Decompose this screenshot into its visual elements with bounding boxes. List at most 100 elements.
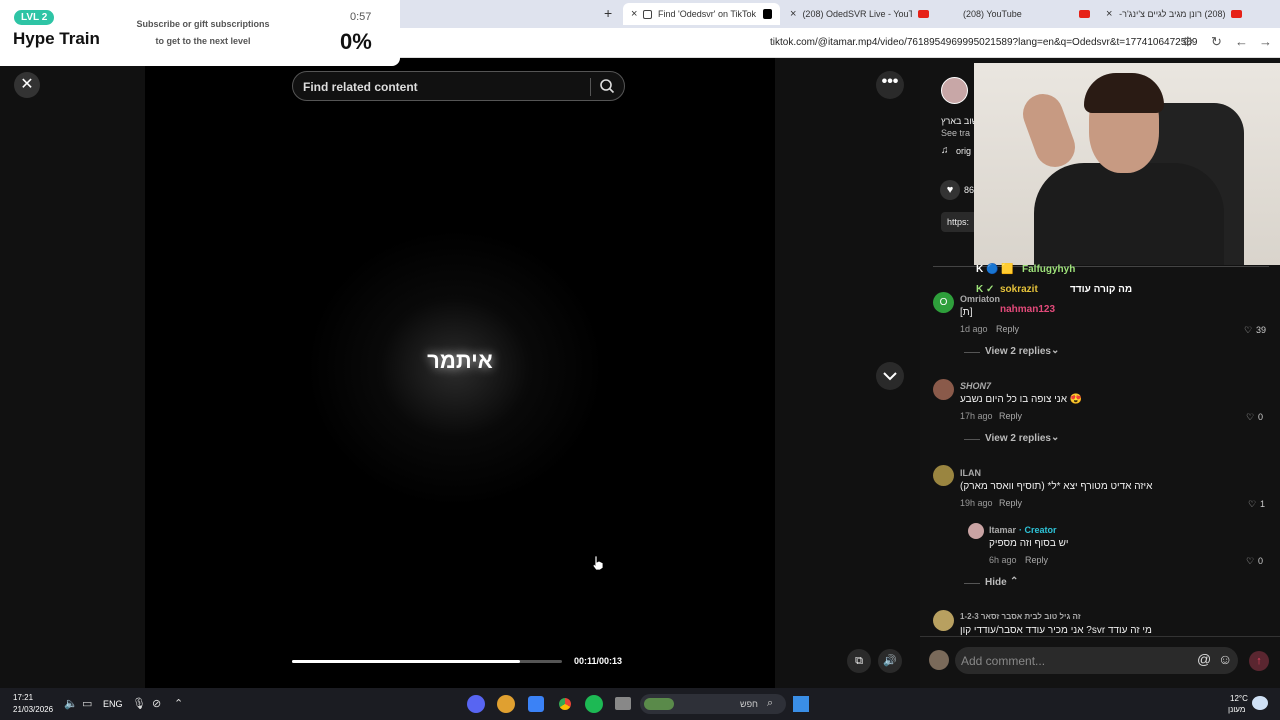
weather-cloud-icon[interactable] xyxy=(1252,696,1268,710)
comment-avatar[interactable] xyxy=(933,379,954,400)
like-icon[interactable]: ♡ xyxy=(1244,325,1252,336)
tab-title: (208) YouTube xyxy=(963,9,1022,19)
next-video-button[interactable] xyxy=(876,362,904,390)
post-comment-button[interactable]: ↑ xyxy=(1249,651,1269,671)
reload-icon[interactable]: ↻ xyxy=(1211,34,1222,50)
comment-avatar[interactable] xyxy=(933,610,954,631)
reply-text: יש בסוף וזה מספיק xyxy=(989,538,1069,549)
chat-message: מה קורה עודד xyxy=(1070,284,1133,295)
comment-author[interactable]: SHON7 xyxy=(960,381,991,391)
tab-tiktok[interactable]: × Find 'Odedsvr' on TikTok | T xyxy=(623,3,780,25)
comment-avatar[interactable] xyxy=(933,465,954,486)
tab-youtube-live[interactable]: × (208) OdedSVR Live - YouTube xyxy=(782,3,937,25)
more-options-button[interactable]: ••• xyxy=(876,71,904,99)
chat-username: sokrazit xyxy=(1000,284,1038,295)
sound-label[interactable]: orig xyxy=(956,146,971,156)
speaker-icon[interactable]: 🔈 xyxy=(64,697,78,710)
camera-off-icon[interactable]: ⊘ xyxy=(152,697,161,710)
tab-title: (208) OdedSVR Live - YouTube xyxy=(802,9,913,19)
see-translation-link[interactable]: See tra xyxy=(941,128,970,138)
like-icon[interactable]: ♡ xyxy=(1248,499,1256,510)
file-explorer-icon[interactable] xyxy=(615,697,631,710)
picture-in-picture-button[interactable]: ⧉ xyxy=(847,649,871,673)
reply-avatar[interactable] xyxy=(968,523,984,539)
close-tab-icon[interactable]: × xyxy=(790,8,796,20)
clock-date[interactable]: 21/03/2026 xyxy=(13,705,53,714)
hide-replies-button[interactable]: Hide xyxy=(985,577,1007,588)
chrome-icon[interactable] xyxy=(556,695,574,713)
tab-title: Find 'Odedsvr' on TikTok | T xyxy=(658,9,757,19)
page-icon xyxy=(643,9,653,19)
replies-line xyxy=(964,439,980,440)
forward-icon[interactable]: → xyxy=(1259,34,1272,49)
mention-icon[interactable]: @ xyxy=(1197,651,1211,667)
avatar-letter: O xyxy=(939,297,948,308)
reply-button[interactable]: Reply xyxy=(996,324,1019,334)
comment-input[interactable] xyxy=(961,652,1191,669)
comment-avatar[interactable]: O xyxy=(933,292,954,313)
back-icon[interactable]: ← xyxy=(1235,34,1248,49)
more-icon: ••• xyxy=(881,73,899,90)
related-search-input[interactable] xyxy=(303,78,583,96)
volume-icon: 🔊 xyxy=(883,655,897,667)
view-replies-button[interactable]: View 2 replies xyxy=(985,346,1051,357)
arrow-up-icon: ↑ xyxy=(1256,655,1262,667)
reply-button[interactable]: Reply xyxy=(999,498,1022,508)
apps-grid-icon[interactable] xyxy=(528,696,544,712)
comment-author[interactable]: ILAN xyxy=(960,468,981,478)
comment-author[interactable]: 1-2-3 זה גיל טוב לבית אסבר זסאר xyxy=(960,612,1081,621)
chevron-up-icon[interactable]: ⌃ xyxy=(174,697,183,710)
discord-icon[interactable] xyxy=(467,695,485,713)
music-note-icon: ♫ xyxy=(941,145,949,156)
hand-cursor-icon xyxy=(592,555,604,571)
chevron-up-icon: ⌃ xyxy=(1010,576,1019,587)
comment-box: @ ☺ xyxy=(955,647,1238,674)
volume-button[interactable]: 🔊 xyxy=(878,649,902,673)
language-indicator[interactable]: ENG xyxy=(103,699,123,709)
url-text[interactable]: tiktok.com/@itamar.mp4/video/76189549699… xyxy=(770,37,1197,48)
taskbar-search[interactable]: חפש ⌕ xyxy=(640,694,786,714)
replies-line xyxy=(964,352,980,353)
hype-train-timer: 0:57 xyxy=(350,11,372,23)
close-tab-icon[interactable]: × xyxy=(1106,8,1112,20)
user-avatar[interactable] xyxy=(929,650,949,670)
video-progress-bar[interactable] xyxy=(292,660,562,663)
spotify-icon[interactable] xyxy=(585,695,603,713)
app-icon[interactable] xyxy=(497,695,515,713)
windows-start-icon[interactable] xyxy=(793,696,809,712)
comment-text: אני צופה בו כל היום נשבע 😍 xyxy=(960,394,1083,405)
comment-author[interactable]: Omriaton xyxy=(960,294,1000,304)
hype-train-widget: LVL 2 Hype Train Subscribe or gift subsc… xyxy=(0,0,400,66)
like-count: 1 xyxy=(1260,499,1266,509)
clock-time[interactable]: 17:21 xyxy=(13,693,33,702)
video-player[interactable]: איתמר xyxy=(145,58,775,688)
heart-icon[interactable]: ♥ xyxy=(940,180,960,200)
replies-line xyxy=(964,583,980,584)
comment-time: 19h ago xyxy=(960,498,993,508)
like-icon[interactable]: ♡ xyxy=(1246,556,1254,567)
chat-username: Falfugyhyh xyxy=(1022,264,1076,275)
view-replies-button[interactable]: View 2 replies xyxy=(985,433,1051,444)
new-tab-button[interactable]: + xyxy=(604,5,612,21)
webcam-person-hair xyxy=(1084,73,1164,113)
close-video-button[interactable]: ✕ xyxy=(14,72,40,98)
like-count: 86 xyxy=(964,185,975,195)
creator-avatar[interactable] xyxy=(941,77,968,104)
tune-icon[interactable]: ⚙ xyxy=(1182,34,1194,50)
close-tab-icon[interactable]: × xyxy=(631,8,637,20)
tab-youtube[interactable]: (208) YouTube xyxy=(955,3,1095,25)
search-icon[interactable] xyxy=(599,78,615,94)
reply-author[interactable]: Itamar xyxy=(989,525,1016,535)
youtube-icon xyxy=(1231,10,1242,18)
emoji-icon[interactable]: ☺ xyxy=(1218,651,1232,667)
comment-time: 17h ago xyxy=(960,411,993,421)
tab-youtube-ronen[interactable]: × (208) רונן מגיב לגיים צ'ינג'ר- פרי xyxy=(1098,3,1250,25)
reply-button[interactable]: Reply xyxy=(1025,555,1048,565)
network-icon[interactable]: ▭ xyxy=(82,697,92,710)
hype-train-level: LVL 2 xyxy=(14,10,55,25)
webcam-person-body xyxy=(1034,163,1224,265)
like-icon[interactable]: ♡ xyxy=(1246,412,1254,423)
reply-button[interactable]: Reply xyxy=(999,411,1022,421)
weather-temperature[interactable]: 12°C xyxy=(1230,694,1248,703)
microphone-icon[interactable]: 🎙 xyxy=(132,697,146,710)
